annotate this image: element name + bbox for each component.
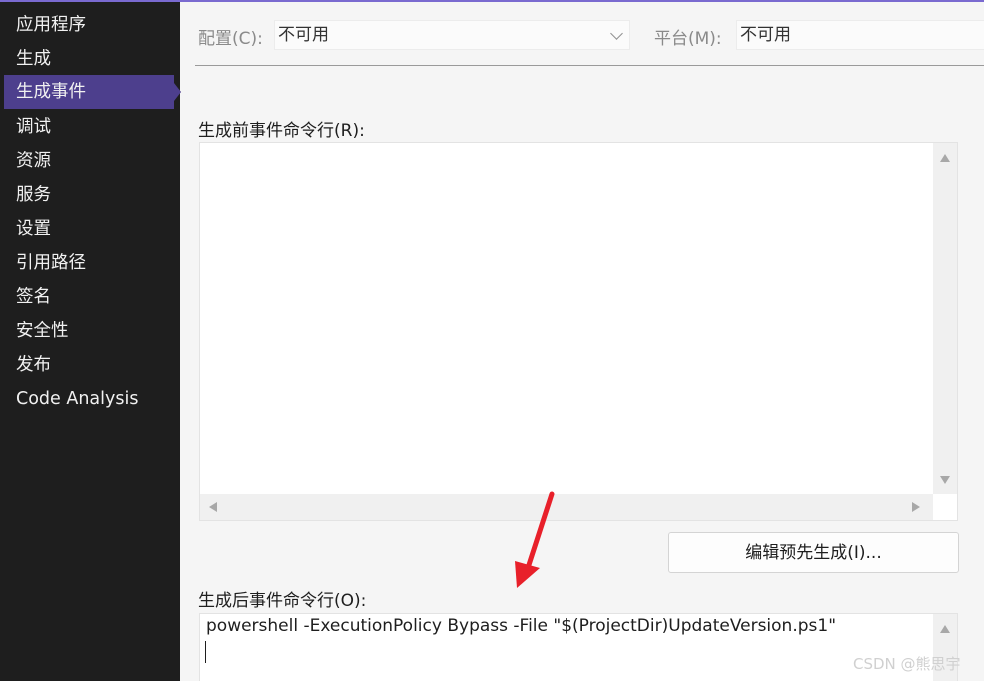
config-label: 配置(C):	[198, 29, 263, 49]
sidebar-item-publish[interactable]: 发布	[0, 348, 180, 382]
sidebar-item-security[interactable]: 安全性	[0, 314, 180, 348]
prebuild-command-textbox[interactable]	[199, 142, 958, 521]
sidebar-item-settings[interactable]: 设置	[0, 212, 180, 246]
prebuild-vertical-scrollbar[interactable]	[933, 143, 957, 494]
sidebar-item-services[interactable]: 服务	[0, 178, 180, 212]
scroll-up-icon[interactable]	[940, 154, 950, 162]
postbuild-command-text: powershell -ExecutionPolicy Bypass -File…	[206, 616, 837, 636]
sidebar-item-build[interactable]: 生成	[0, 42, 180, 76]
sidebar-item-code-analysis[interactable]: Code Analysis	[0, 382, 180, 416]
chevron-down-icon	[610, 27, 623, 40]
scroll-right-icon[interactable]	[912, 502, 920, 512]
sidebar-item-debug[interactable]: 调试	[0, 110, 180, 144]
sidebar-item-build-events[interactable]: 生成事件	[4, 75, 174, 109]
watermark: CSDN @熊思宇	[853, 655, 961, 673]
arrow-head	[515, 561, 540, 588]
platform-select[interactable]: 不可用	[736, 20, 984, 50]
postbuild-command-textbox[interactable]: powershell -ExecutionPolicy Bypass -File…	[199, 613, 958, 681]
sidebar: 应用程序 生成 生成事件 调试 资源 服务 设置 引用路径 签名 安全性 发布 …	[0, 2, 181, 681]
config-value: 不可用	[278, 25, 329, 45]
active-item-pointer	[174, 83, 181, 101]
sidebar-item-reference-paths[interactable]: 引用路径	[0, 246, 180, 280]
divider	[195, 65, 984, 66]
sidebar-item-signing[interactable]: 签名	[0, 280, 180, 314]
scroll-left-icon[interactable]	[209, 502, 217, 512]
prebuild-horizontal-scrollbar[interactable]	[200, 494, 933, 520]
postbuild-label: 生成后事件命令行(O):	[198, 591, 367, 611]
scroll-down-icon[interactable]	[940, 476, 950, 484]
platform-label: 平台(M):	[654, 29, 722, 49]
config-select[interactable]: 不可用	[274, 20, 630, 50]
prebuild-label: 生成前事件命令行(R):	[198, 121, 365, 141]
sidebar-item-resources[interactable]: 资源	[0, 144, 180, 178]
platform-value: 不可用	[740, 25, 791, 45]
scroll-up-icon[interactable]	[940, 625, 950, 633]
sidebar-item-application[interactable]: 应用程序	[0, 8, 180, 42]
edit-prebuild-button[interactable]: 编辑预先生成(I)...	[668, 532, 959, 573]
text-caret	[205, 641, 206, 663]
sidebar-item-label: 生成事件	[16, 82, 86, 102]
